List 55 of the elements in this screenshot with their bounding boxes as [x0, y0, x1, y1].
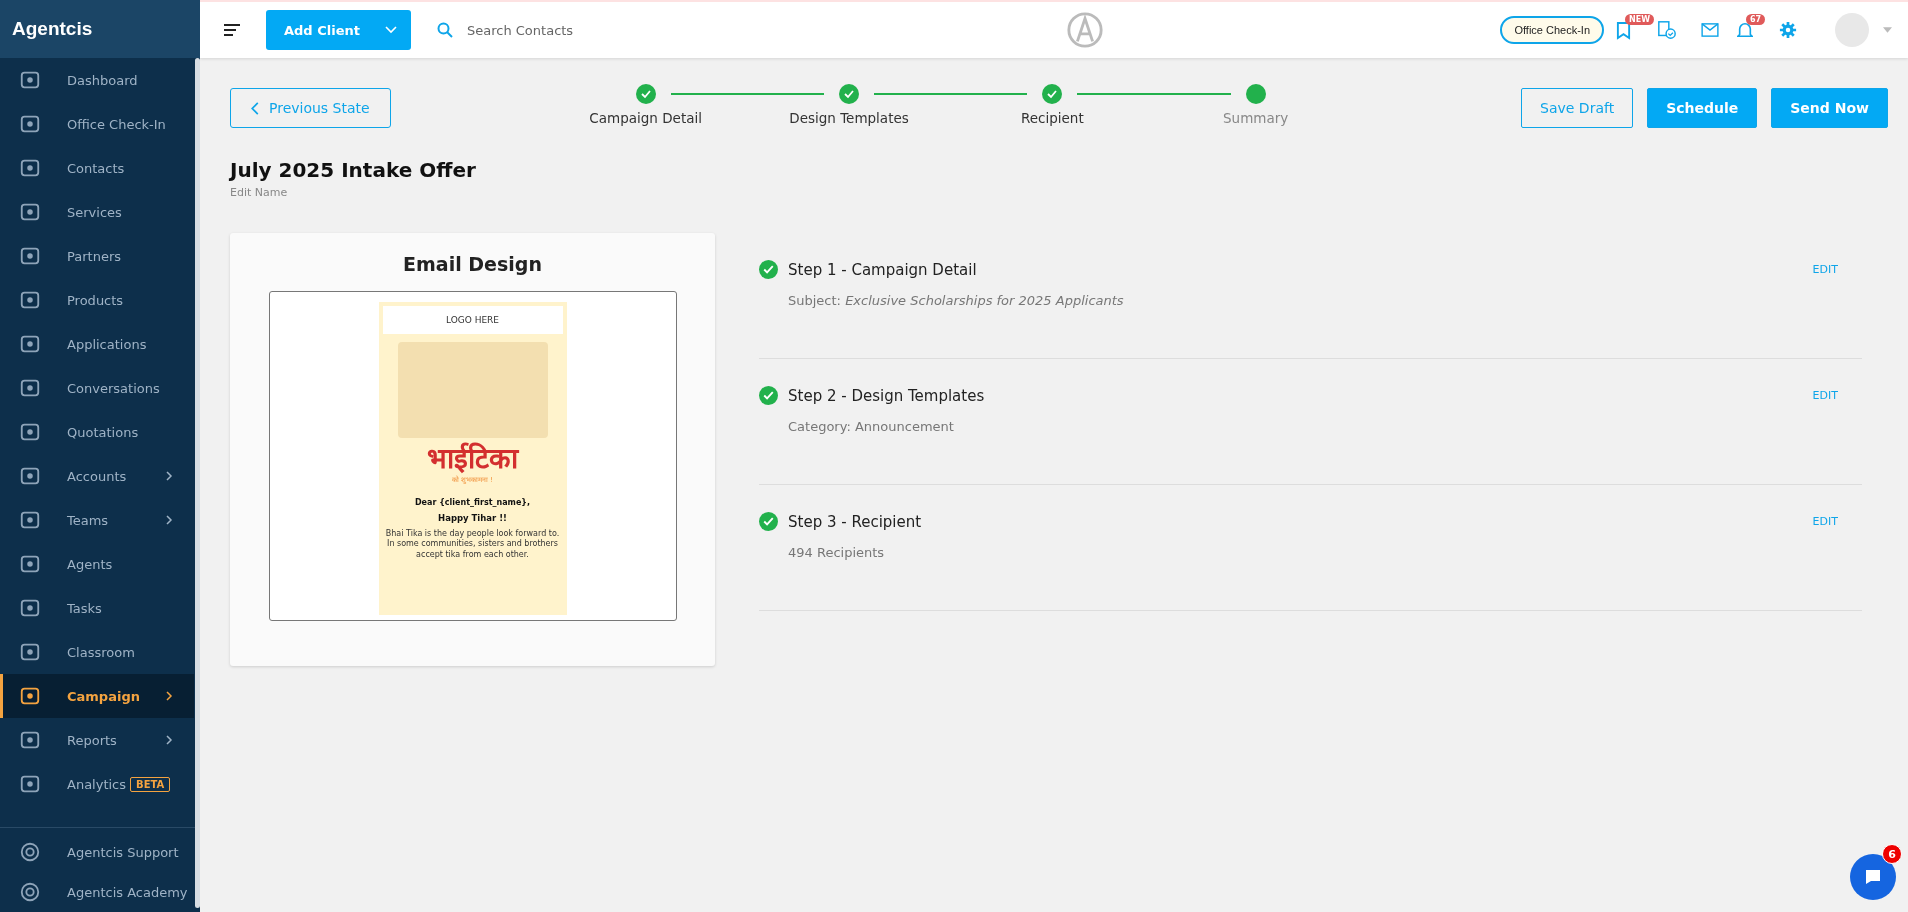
edit-name-link[interactable]: Edit Name — [230, 186, 1888, 199]
step-label: Design Templates — [789, 110, 909, 126]
sidebar-item[interactable]: Agentcis Support — [0, 832, 194, 872]
step-title: Step 1 - Campaign Detail — [788, 260, 977, 279]
office-check-in-button[interactable]: Office Check-In — [1500, 16, 1604, 44]
card-title: Email Design — [403, 253, 542, 275]
bookmark-icon[interactable] — [1616, 20, 1631, 40]
sidebar-item[interactable]: Products — [0, 278, 194, 322]
email-body: Bhai Tika is the day people look forward to. In some communities, sisters and brothers accept tika from each other. — [384, 528, 561, 560]
mail-icon[interactable] — [1701, 23, 1719, 37]
menu-icon[interactable] — [224, 24, 240, 36]
sidebar-item[interactable]: Reports — [0, 718, 194, 762]
search-icon[interactable] — [437, 22, 453, 38]
brand-logo[interactable]: Agentcis — [0, 0, 200, 58]
sidebar-item[interactable]: Partners — [0, 234, 194, 278]
sidebar-item[interactable]: Tasks — [0, 586, 194, 630]
sidebar-item[interactable]: Quotations — [0, 410, 194, 454]
email-greeting: Dear {client_first_name}, — [414, 497, 531, 507]
sidebar-item[interactable]: Contacts — [0, 146, 194, 190]
notification-badge: 67 — [1746, 14, 1766, 25]
chevron-left-icon — [251, 101, 259, 115]
new-badge: NEW — [1625, 13, 1654, 25]
sidebar-item[interactable]: Accounts — [0, 454, 194, 498]
step-detail: 494 Recipients — [788, 545, 886, 560]
sidebar-item[interactable]: Dashboard — [0, 58, 194, 102]
step-title: Step 2 - Design Templates — [788, 386, 985, 405]
sidebar-item[interactable]: Conversations — [0, 366, 194, 410]
document-check-icon[interactable] — [1657, 20, 1677, 40]
unread-badge: 6 — [1882, 844, 1902, 864]
logo-icon — [1065, 11, 1104, 49]
step-detail: Category: Announcement — [788, 419, 955, 434]
step-label: Summary — [1223, 110, 1289, 126]
step-label: Recipient — [1020, 110, 1084, 126]
beta-badge: BETA — [130, 776, 171, 792]
sidebar-item[interactable]: Teams — [0, 498, 194, 542]
sidebar-item[interactable]: Services — [0, 190, 194, 234]
settings-icon[interactable] — [1779, 21, 1797, 39]
campaign-title: July 2025 Intake Offer — [230, 158, 477, 182]
scrollbar[interactable] — [195, 58, 200, 908]
sidebar-item[interactable]: Office Check-In — [0, 102, 194, 146]
sidebar-item[interactable]: Classroom — [0, 630, 194, 674]
step-title: Step 3 - Recipient — [788, 512, 922, 531]
step-detail: Subject: Exclusive Scholarships for 2025 Applicants — [788, 293, 1125, 308]
logo-placeholder-text: LOGO HERE — [445, 315, 500, 325]
caret-icon[interactable] — [1883, 27, 1892, 33]
sidebar-item[interactable]: Applications — [0, 322, 194, 366]
caret-icon — [385, 26, 397, 34]
sidebar-item[interactable]: Campaign — [0, 674, 194, 718]
bell-icon[interactable] — [1737, 21, 1753, 39]
email-wish: Happy Tihar !! — [438, 512, 507, 523]
step-label: Campaign Detail — [589, 110, 702, 126]
email-headline: भाईटिका — [427, 444, 518, 475]
sidebar-item[interactable]: Agentcis Academy — [0, 872, 194, 912]
sidebar-item[interactable]: Analytics BETA — [0, 762, 194, 806]
sidebar-item[interactable]: Agents — [0, 542, 194, 586]
